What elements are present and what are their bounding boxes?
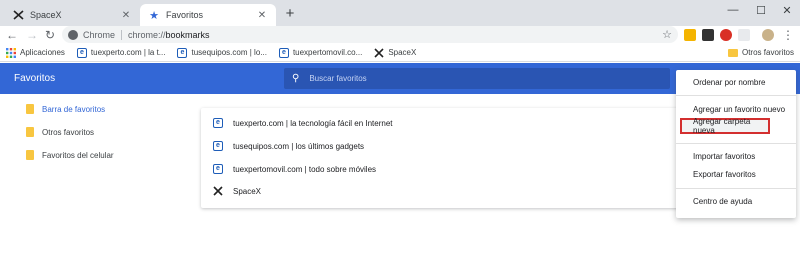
sidebar-item-otros-favoritos[interactable]: Otros favoritos	[26, 127, 94, 137]
other-bookmarks[interactable]: Otros favoritos	[727, 48, 794, 57]
sidebar-item-barra-de-favoritos[interactable]: Barra de favoritos	[26, 104, 105, 114]
menu-item-help-center[interactable]: Centro de ayuda	[676, 193, 796, 209]
chrome-chip: Chrome	[83, 29, 116, 40]
tab-title: Favoritos	[166, 10, 204, 20]
folder-icon	[727, 48, 738, 57]
close-icon[interactable]: ✕	[120, 9, 132, 21]
avatar[interactable]	[762, 29, 774, 41]
list-item-label: tuexperto.com | la tecnología fácil en I…	[233, 118, 393, 128]
tab-title: SpaceX	[30, 10, 62, 20]
extension-icon[interactable]	[738, 29, 750, 41]
minimize-button[interactable]: —	[720, 0, 746, 20]
other-bookmarks-label: Otros favoritos	[741, 48, 794, 57]
search-icon: ⚲	[292, 73, 300, 84]
spacex-icon	[213, 186, 223, 196]
list-item[interactable]: e tuexpertomovil.com | todo sobre móvile…	[213, 164, 376, 174]
back-arrow-icon[interactable]: ←	[4, 27, 20, 43]
tab-spacex[interactable]: SpaceX ✕	[4, 4, 140, 26]
reload-icon[interactable]: ↻	[42, 27, 58, 43]
bookmark-apps[interactable]: Aplicaciones	[6, 47, 65, 58]
menu-divider	[676, 95, 796, 96]
folder-icon	[26, 150, 34, 160]
bookmark-list: e tuexperto.com | la tecnología fácil en…	[201, 108, 681, 208]
menu-item-add-folder[interactable]: Agregar carpeta nueva	[680, 117, 770, 135]
list-item[interactable]: e tusequipos.com | los últimos gadgets	[213, 141, 364, 151]
tab-strip: SpaceX ✕ ★ Favoritos ✕ + — ☐ ✕	[0, 0, 800, 26]
bookmark-label: tusequipos.com | lo...	[191, 48, 267, 57]
url-scheme: chrome://	[128, 29, 166, 40]
bookmark-spacex[interactable]: SpaceX	[374, 47, 417, 58]
forward-arrow-icon[interactable]: →	[24, 27, 40, 43]
sidebar-item-favoritos-del-celular[interactable]: Favoritos del celular	[26, 150, 114, 160]
list-item-label: tusequipos.com | los últimos gadgets	[233, 141, 365, 151]
menu-item-import[interactable]: Importar favoritos	[676, 148, 796, 164]
bookmark-tuexpertomovil[interactable]: e tuexpertomovil.co...	[278, 47, 363, 58]
apps-grid-icon	[6, 47, 16, 58]
maximize-button[interactable]: ☐	[748, 0, 774, 20]
sidebar-item-label: Favoritos del celular	[42, 150, 114, 160]
bookmarks-bar: Aplicaciones e tuexperto.com | la t... e…	[0, 44, 800, 62]
list-item[interactable]: e tuexperto.com | la tecnología fácil en…	[213, 118, 393, 128]
folder-icon	[26, 104, 34, 114]
search-input[interactable]: ⚲ Buscar favoritos	[284, 68, 670, 89]
bookmark-tusequipos[interactable]: e tusequipos.com | lo...	[177, 47, 267, 58]
site-icon: e	[177, 47, 188, 58]
folder-sidebar: Barra de favoritos Otros favoritos Favor…	[0, 94, 200, 274]
bookmark-tuexperto[interactable]: e tuexperto.com | la t...	[76, 47, 166, 58]
site-icon: e	[278, 47, 289, 58]
site-icon: e	[213, 141, 223, 151]
sidebar-item-label: Otros favoritos	[42, 127, 95, 137]
menu-item-sort-by-name[interactable]: Ordenar por nombre	[676, 74, 796, 90]
extension-icon[interactable]	[702, 29, 714, 41]
bookmark-label: Aplicaciones	[20, 48, 65, 57]
list-item-label: SpaceX	[233, 186, 262, 196]
list-item[interactable]: SpaceX	[213, 186, 261, 196]
url-path: bookmarks	[165, 29, 210, 40]
search-placeholder: Buscar favoritos	[309, 74, 367, 83]
menu-item-add-bookmark[interactable]: Agregar un favorito nuevo	[676, 101, 796, 117]
organize-menu: Ordenar por nombre Agregar un favorito n…	[676, 70, 796, 218]
extension-icon[interactable]	[684, 29, 696, 41]
site-icon: e	[213, 118, 223, 128]
menu-divider	[676, 143, 796, 144]
close-icon[interactable]: ✕	[256, 9, 268, 21]
sidebar-item-label: Barra de favoritos	[42, 104, 106, 114]
site-icon: e	[76, 47, 87, 58]
bookmark-label: tuexpertomovil.co...	[292, 48, 363, 57]
bookmark-label: SpaceX	[388, 48, 417, 57]
tab-favoritos[interactable]: ★ Favoritos ✕	[140, 4, 276, 26]
bookmark-label: tuexperto.com | la t...	[90, 48, 166, 57]
address-bar[interactable]: Chrome chrome://bookmarks ☆	[62, 26, 678, 43]
page-title: Favoritos	[14, 73, 56, 84]
more-vert-icon[interactable]: ⋮	[780, 27, 796, 43]
spacex-icon	[374, 47, 384, 58]
new-tab-button[interactable]: +	[282, 6, 298, 22]
close-window-button[interactable]: ✕	[774, 0, 800, 20]
toolbar: ← → ↻ Chrome chrome://bookmarks ☆ ⋮	[0, 26, 800, 44]
star-icon: ★	[149, 9, 159, 22]
menu-divider	[676, 188, 796, 189]
site-icon: e	[213, 164, 223, 174]
star-outline-icon[interactable]: ☆	[662, 28, 672, 41]
list-item-label: tuexpertomovil.com | todo sobre móviles	[233, 164, 377, 174]
menu-item-export[interactable]: Exportar favoritos	[676, 166, 796, 182]
adblock-icon[interactable]	[720, 29, 732, 41]
spacex-icon	[12, 9, 24, 21]
folder-icon	[26, 127, 34, 137]
site-info-icon[interactable]	[68, 29, 78, 40]
